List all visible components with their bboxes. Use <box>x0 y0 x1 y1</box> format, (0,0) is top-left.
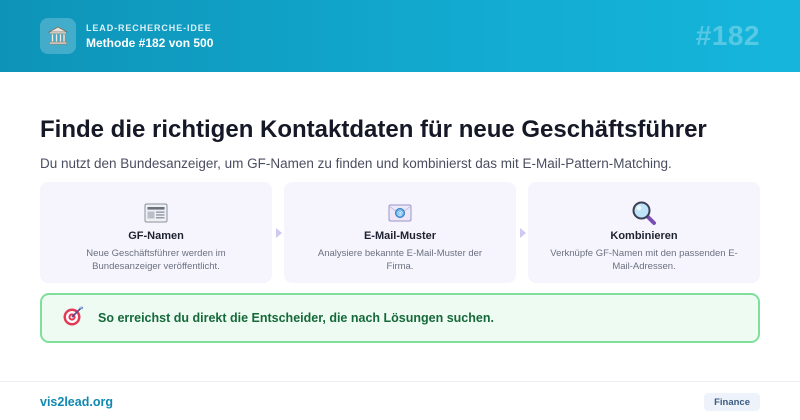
step-card-gf-namen: GF-Namen Neue Geschäftsführer werden im … <box>40 182 272 283</box>
header-banner: LEAD-RECHERCHE-IDEE Methode #182 von 500… <box>0 0 800 72</box>
step-description: Verknüpfe GF-Namen mit den passenden E-M… <box>550 248 738 272</box>
header-kicker: LEAD-RECHERCHE-IDEE <box>86 22 212 33</box>
step-title: GF-Namen <box>128 230 184 242</box>
email-envelope-icon: @ <box>387 200 413 226</box>
callout-text: So erreichst du direkt die Entscheider, … <box>98 311 494 325</box>
step-title: Kombinieren <box>610 230 678 242</box>
method-number-watermark: #182 <box>695 20 760 51</box>
page-subtitle: Du nutzt den Bundesanzeiger, um GF-Namen… <box>40 156 672 171</box>
step-arrow-icon <box>520 228 526 238</box>
step-description: Analysiere bekannte E-Mail-Muster der Fi… <box>317 248 483 272</box>
header-text: LEAD-RECHERCHE-IDEE Methode #182 von 500 <box>86 23 213 50</box>
page-title: Finde die richtigen Kontaktdaten für neu… <box>40 116 707 143</box>
svg-text:@: @ <box>397 210 403 217</box>
target-dart-icon <box>62 305 84 332</box>
step-title: E-Mail-Muster <box>363 230 437 242</box>
highlight-callout: So erreichst du direkt die Entscheider, … <box>40 293 760 343</box>
magnifying-glass-icon <box>631 200 657 226</box>
method-counter: Methode #182 von 500 <box>86 35 214 50</box>
footer-divider <box>0 381 800 382</box>
newspaper-icon <box>143 200 169 226</box>
footer-domain-link[interactable]: vis2lead.org <box>40 395 113 409</box>
step-arrow-icon <box>276 228 282 238</box>
category-badge: Finance <box>704 393 760 411</box>
step-card-email-muster: @ E-Mail-Muster Analysiere bekannte E-Ma… <box>284 182 516 283</box>
step-description: Neue Geschäftsführer werden im Bundesanz… <box>86 248 226 272</box>
bank-building-icon <box>40 18 76 54</box>
step-card-kombinieren: Kombinieren Verknüpfe GF-Namen mit den p… <box>528 182 760 283</box>
